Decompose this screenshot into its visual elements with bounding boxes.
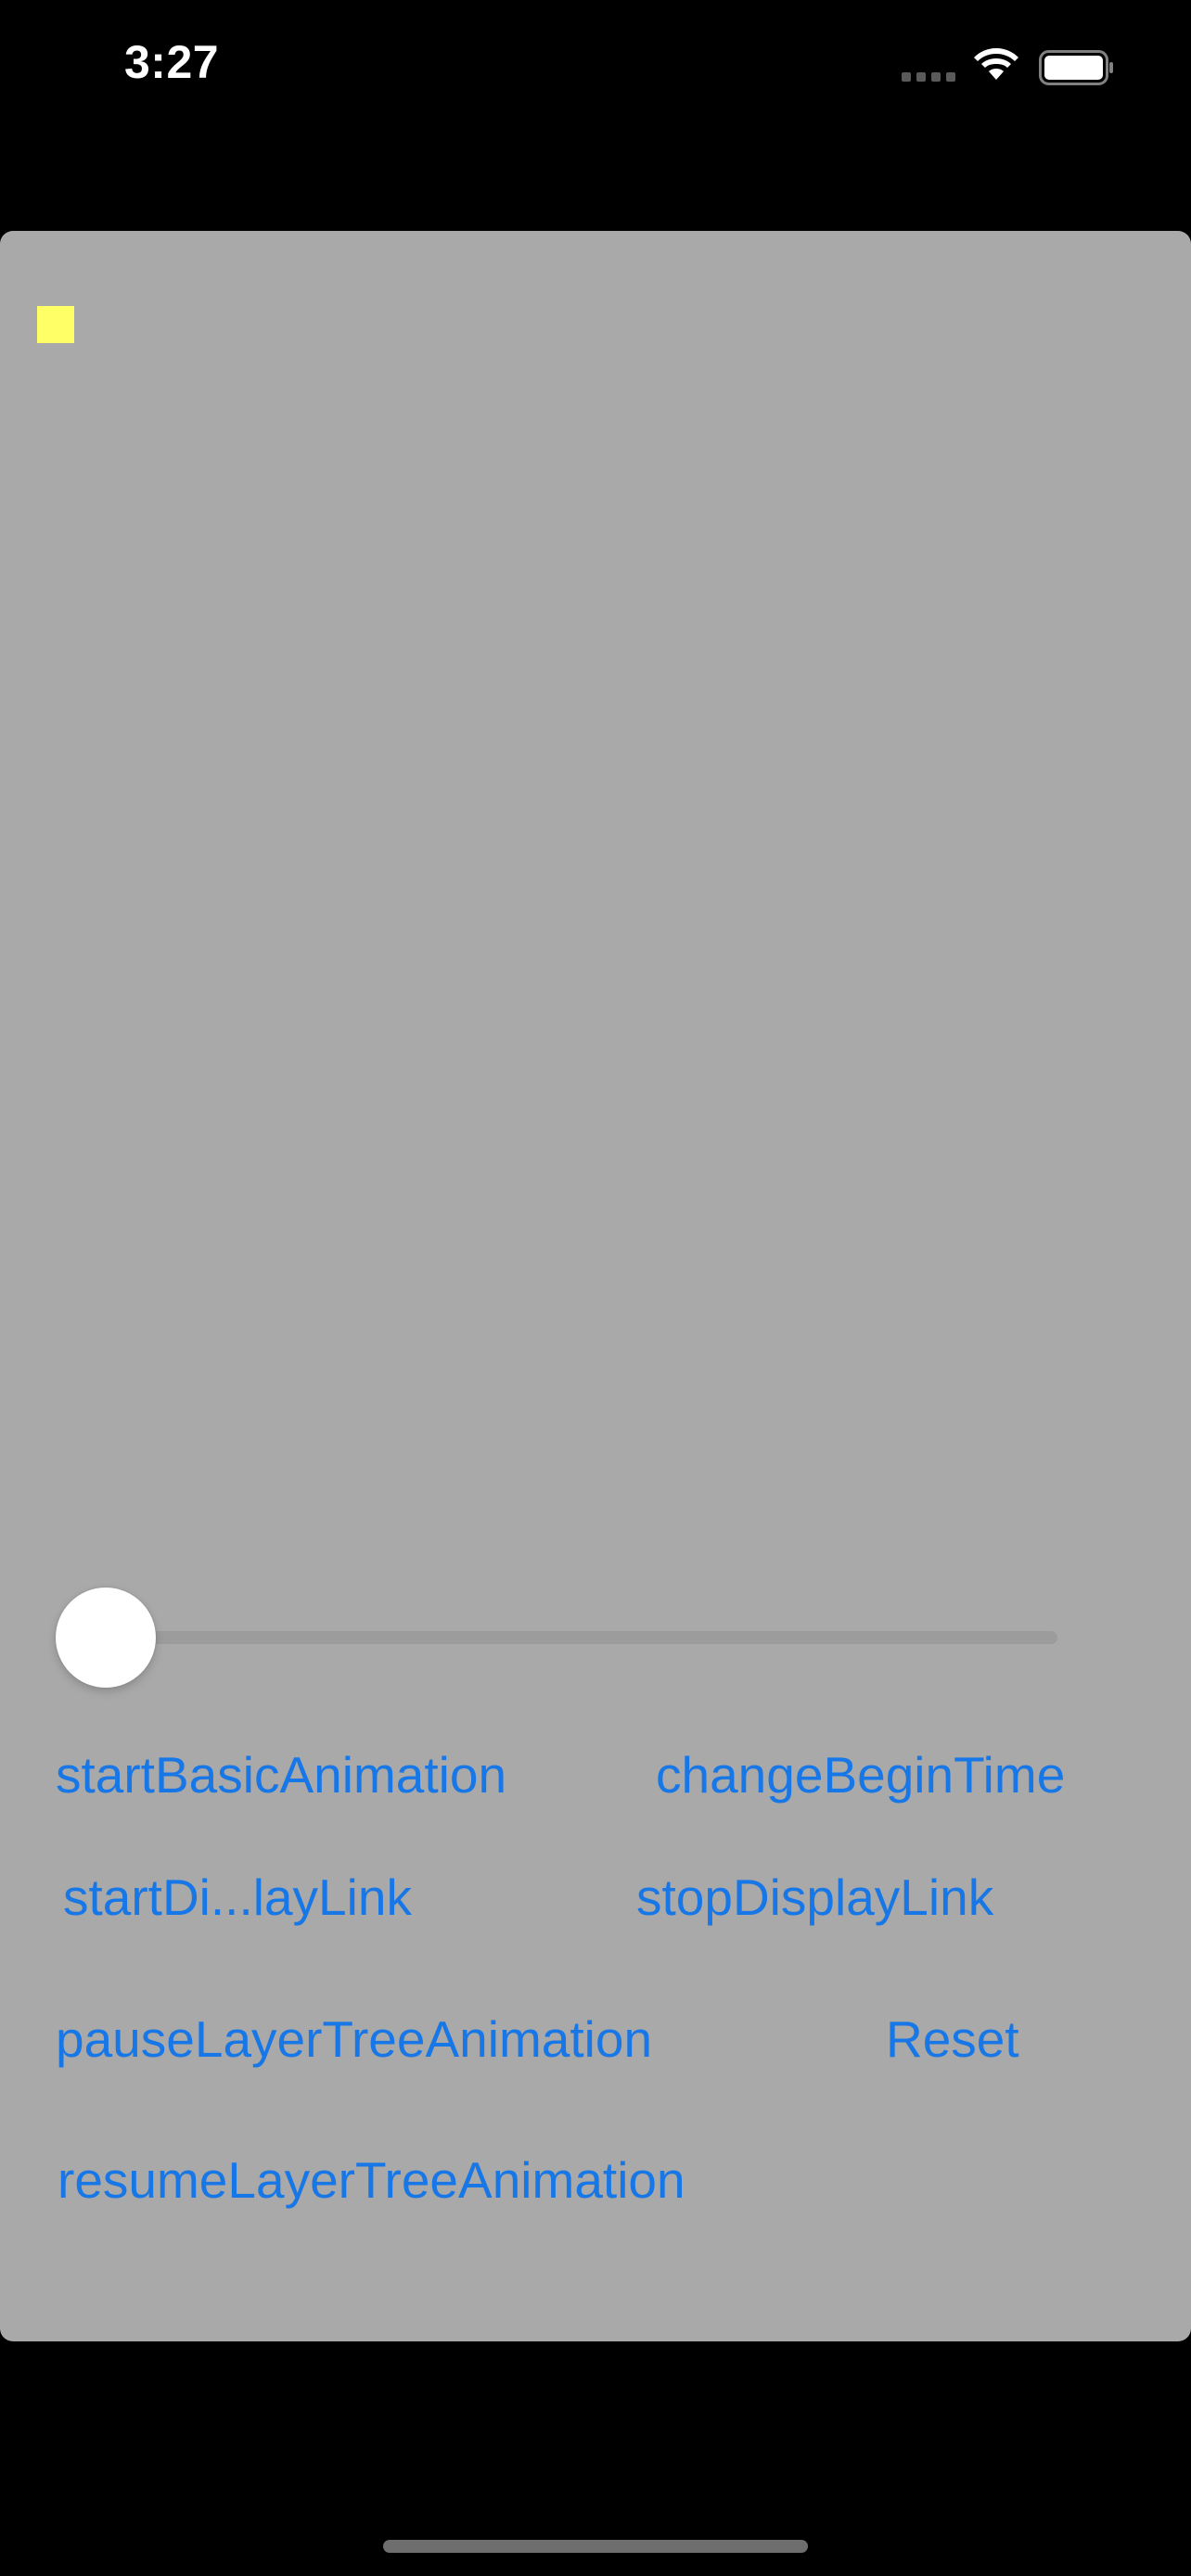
reset-button[interactable]: Reset: [886, 2007, 1019, 2072]
wifi-icon: [974, 48, 1018, 80]
animation-container: startBasicAnimation changeBeginTime star…: [0, 231, 1191, 2341]
home-indicator[interactable]: [383, 2540, 808, 2553]
status-time: 3:27: [124, 36, 220, 88]
battery-icon: [1039, 50, 1113, 85]
signal-icon: [902, 72, 957, 83]
stop-display-link-button[interactable]: stopDisplayLink: [636, 1865, 993, 1930]
change-begin-time-button[interactable]: changeBeginTime: [656, 1742, 1065, 1807]
slider-track[interactable]: [74, 1631, 1057, 1644]
start-basic-animation-button[interactable]: startBasicAnimation: [56, 1742, 506, 1807]
animated-layer: [37, 306, 74, 343]
resume-layer-tree-animation-button[interactable]: resumeLayerTreeAnimation: [58, 2148, 685, 2213]
start-display-link-button[interactable]: startDi...layLink: [63, 1865, 412, 1930]
pause-layer-tree-animation-button[interactable]: pauseLayerTreeAnimation: [56, 2007, 652, 2072]
slider-thumb[interactable]: [56, 1588, 156, 1688]
status-bar: 3:27: [0, 0, 1191, 139]
time-offset-slider[interactable]: [56, 1585, 1076, 1688]
